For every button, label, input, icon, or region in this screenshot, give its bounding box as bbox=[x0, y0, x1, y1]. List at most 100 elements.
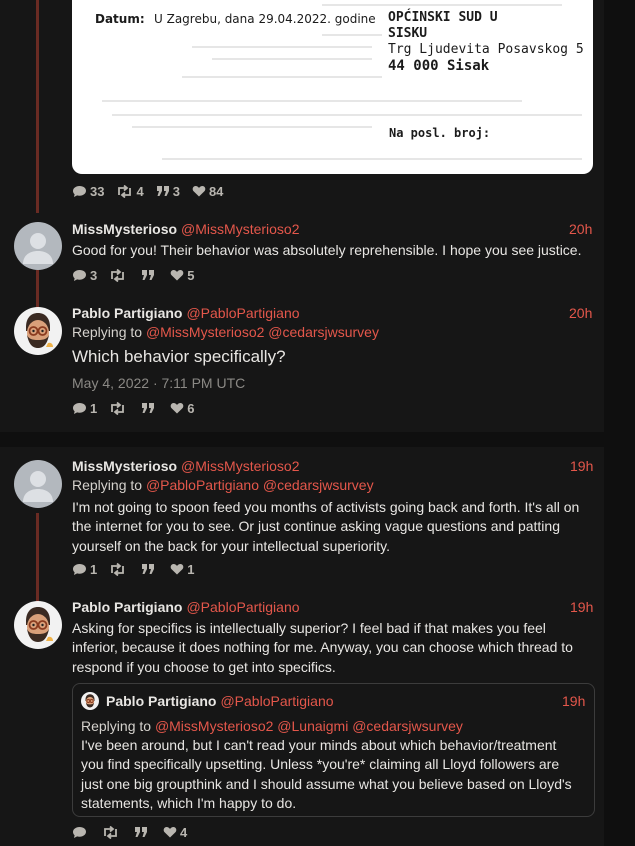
mention-link[interactable]: @cedarsjwsurvey bbox=[268, 324, 379, 340]
memoji-avatar-icon bbox=[26, 313, 53, 348]
like-stat[interactable]: 84 bbox=[192, 184, 223, 199]
mention-link[interactable]: @Lunaigmi bbox=[277, 718, 348, 734]
tweet-header: MissMysterioso @MissMysterioso2 bbox=[72, 221, 300, 237]
document-reference-label: Na posl. broj: bbox=[389, 126, 491, 140]
retweet-icon bbox=[111, 562, 125, 576]
heart-icon bbox=[170, 563, 184, 575]
reply-stat[interactable] bbox=[72, 826, 90, 839]
comment-icon bbox=[73, 402, 86, 414]
reply-stat[interactable]: 1 bbox=[72, 562, 97, 577]
retweet-stat[interactable] bbox=[109, 401, 129, 415]
retweet-icon bbox=[104, 825, 117, 839]
quote-stat[interactable] bbox=[134, 826, 151, 838]
mention-link[interactable]: @PabloPartigiano bbox=[146, 477, 259, 493]
username[interactable]: @PabloPartigiano bbox=[186, 305, 299, 321]
username[interactable]: @PabloPartigiano bbox=[186, 599, 299, 615]
default-avatar-icon bbox=[23, 471, 53, 502]
comment-icon bbox=[73, 185, 86, 197]
quote-icon bbox=[142, 564, 155, 574]
document-court-address: OPĆINSKI SUD U SISKU Trg Ljudevita Posav… bbox=[388, 10, 584, 74]
heart-icon bbox=[170, 269, 184, 281]
mention-link[interactable]: @MissMysterioso2 bbox=[146, 324, 264, 340]
username: @PabloPartigiano bbox=[220, 693, 334, 709]
like-stat[interactable]: 1 bbox=[170, 562, 194, 577]
username[interactable]: @MissMysterioso2 bbox=[181, 458, 299, 474]
quoted-tweet[interactable]: Pablo Partigiano @PabloPartigiano 19h Rep… bbox=[72, 683, 595, 817]
tweet-header: Pablo Partigiano @PabloPartigiano bbox=[72, 599, 300, 615]
comment-icon bbox=[73, 563, 86, 575]
display-name[interactable]: MissMysterioso bbox=[72, 221, 177, 237]
avatar[interactable] bbox=[14, 601, 62, 649]
like-stat[interactable]: 6 bbox=[170, 401, 194, 416]
avatar[interactable] bbox=[14, 222, 62, 270]
retweet-stat[interactable] bbox=[109, 268, 129, 282]
display-name[interactable]: MissMysterioso bbox=[72, 458, 177, 474]
quote-icon bbox=[142, 270, 155, 280]
display-name[interactable]: Pablo Partigiano bbox=[72, 599, 182, 615]
reply-stat[interactable]: 3 bbox=[72, 268, 97, 283]
retweet-stat[interactable]: 4 bbox=[116, 184, 144, 199]
username[interactable]: @MissMysterioso2 bbox=[181, 221, 299, 237]
quote-stat[interactable] bbox=[141, 402, 158, 414]
tweet-header: MissMysterioso @MissMysterioso2 bbox=[72, 458, 300, 474]
quote-icon bbox=[135, 827, 147, 837]
retweet-stat[interactable] bbox=[102, 825, 122, 839]
tweet-content: I'm not going to spoon feed you months o… bbox=[72, 499, 580, 554]
default-avatar-icon bbox=[23, 233, 53, 264]
tweet-stats: 33 4 3 84 bbox=[72, 183, 235, 199]
tweet-header: Pablo Partigiano @PabloPartigiano bbox=[72, 305, 300, 321]
tweet-time[interactable]: 19h bbox=[570, 458, 593, 474]
avatar[interactable] bbox=[14, 460, 62, 508]
document-date: U Zagrebu, dana 29.04.2022. godine bbox=[154, 12, 376, 26]
tweet-content: Good for you! Their behavior was absolut… bbox=[72, 242, 582, 258]
heart-icon bbox=[170, 402, 184, 414]
quote-stat[interactable] bbox=[141, 563, 158, 575]
memoji-avatar-icon bbox=[85, 694, 95, 708]
attached-document-image[interactable]: Datum: U Zagrebu, dana 29.04.2022. godin… bbox=[72, 0, 593, 174]
tweet-time[interactable]: 20h bbox=[569, 221, 592, 237]
tweet-stats: 1 1 bbox=[72, 561, 206, 577]
tweet-stats: 3 5 bbox=[72, 267, 206, 283]
avatar[interactable] bbox=[14, 307, 62, 355]
quote-stat[interactable] bbox=[141, 269, 158, 281]
mention-link[interactable]: @MissMysterioso2 bbox=[155, 718, 273, 734]
thread-line bbox=[36, 0, 39, 213]
tweet-time[interactable]: 20h bbox=[569, 305, 592, 321]
retweet-icon bbox=[111, 401, 125, 415]
comment-icon bbox=[73, 826, 86, 838]
tweet-content: Asking for specifics is intellectually s… bbox=[72, 620, 573, 675]
display-name[interactable]: Pablo Partigiano bbox=[72, 305, 182, 321]
tweet-content: Which behavior specifically? bbox=[72, 347, 286, 366]
document-date-label: Datum: bbox=[95, 12, 145, 26]
like-stat[interactable]: 5 bbox=[170, 268, 194, 283]
display-name: Pablo Partigiano bbox=[106, 693, 217, 709]
reply-stat[interactable]: 33 bbox=[72, 184, 104, 199]
quote-icon bbox=[156, 186, 169, 196]
heart-icon bbox=[163, 826, 177, 838]
retweet-icon bbox=[118, 184, 132, 198]
retweet-icon bbox=[111, 268, 125, 282]
replying-to: Replying to @PabloPartigiano @cedarsjwsu… bbox=[72, 477, 374, 493]
tweet-date[interactable]: May 4, 2022 · 7:11 PM UTC bbox=[72, 375, 245, 391]
reply-stat[interactable]: 1 bbox=[72, 401, 97, 416]
like-stat[interactable]: 4 bbox=[163, 825, 187, 840]
replying-to: Replying to @MissMysterioso2 @Lunaigmi @… bbox=[81, 718, 463, 734]
mention-link[interactable]: @cedarsjwsurvey bbox=[352, 718, 463, 734]
tweet-time[interactable]: 19h bbox=[570, 599, 593, 615]
thread-line bbox=[36, 513, 39, 603]
comment-icon bbox=[73, 269, 86, 281]
heart-icon bbox=[192, 185, 206, 197]
quote-time: 19h bbox=[562, 693, 586, 709]
replying-to: Replying to @MissMysterioso2 @cedarsjwsu… bbox=[72, 324, 379, 340]
mention-link[interactable]: @cedarsjwsurvey bbox=[263, 477, 374, 493]
thread-line bbox=[36, 270, 39, 308]
quote-icon bbox=[142, 403, 155, 413]
quote-content: I've been around, but I can't read your … bbox=[81, 737, 572, 811]
quote-header: Pablo Partigiano @PabloPartigiano bbox=[106, 693, 334, 709]
tweet-stats: 1 6 bbox=[72, 400, 206, 416]
retweet-stat[interactable] bbox=[109, 562, 129, 576]
memoji-avatar-icon bbox=[26, 607, 53, 642]
tweet-stats: 4 bbox=[72, 824, 199, 840]
avatar bbox=[81, 692, 99, 710]
quote-stat[interactable]: 3 bbox=[156, 184, 180, 199]
